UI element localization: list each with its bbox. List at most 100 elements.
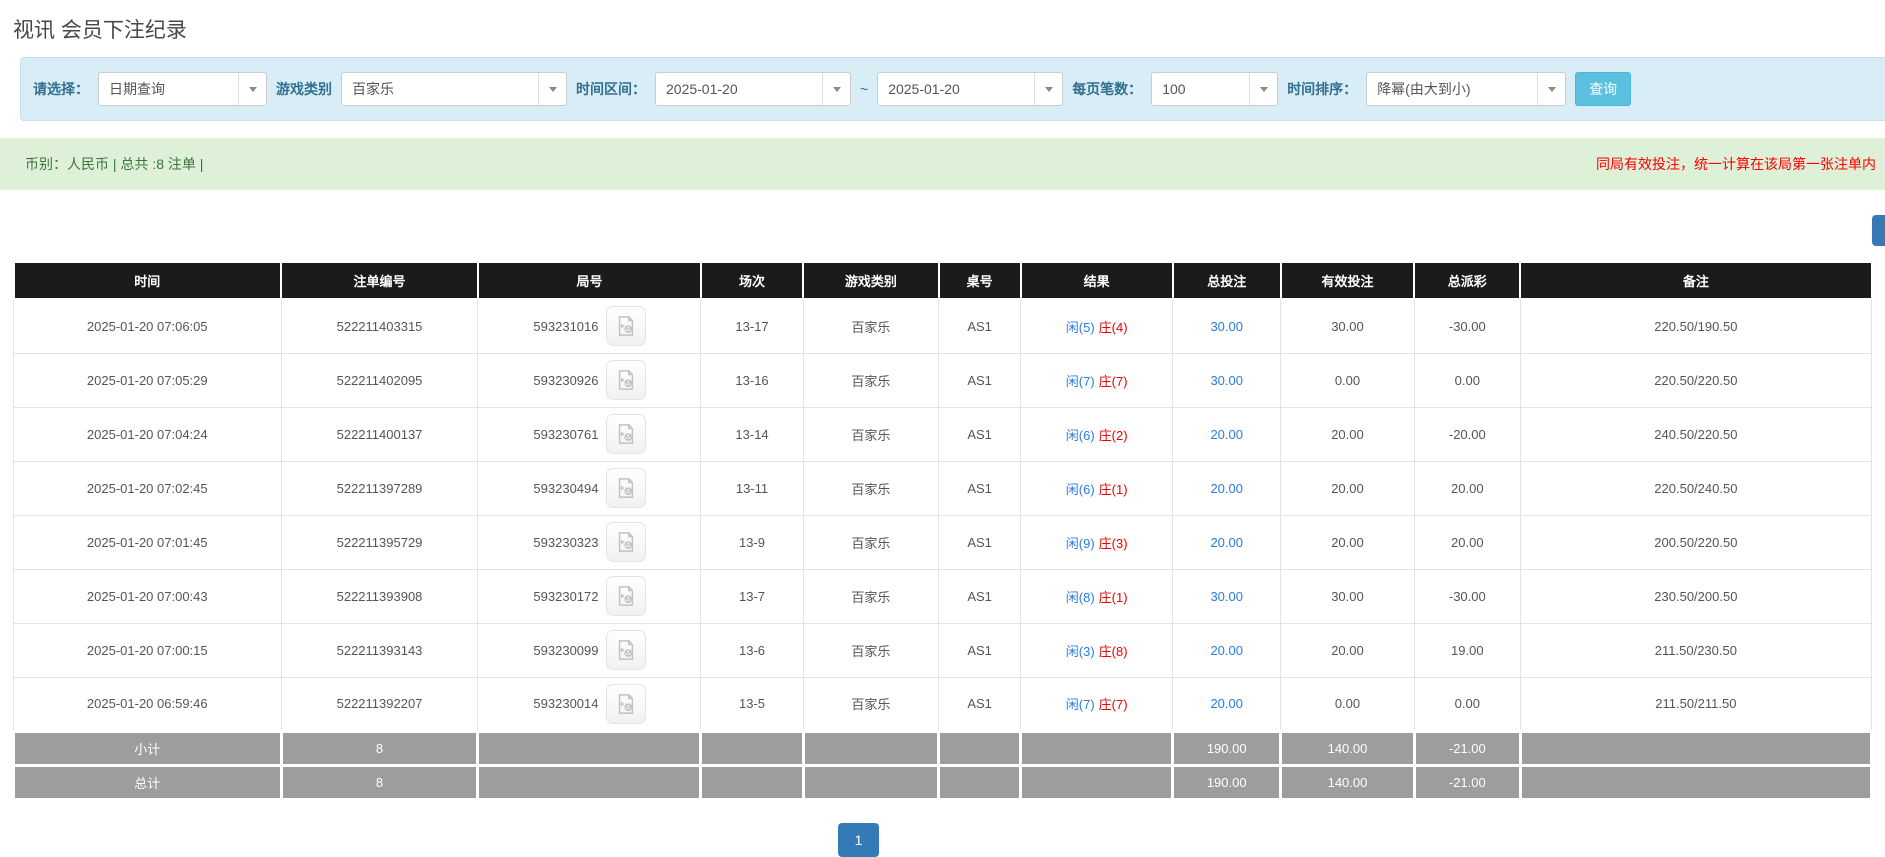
- cell-time: 2025-01-20 07:06:05: [13, 298, 282, 354]
- pagination-page-1-button[interactable]: 1: [838, 823, 879, 857]
- table-header-row: 时间 注单编号 局号 场次 游戏类别 桌号 结果 总投注 有效投注 总派彩 备注: [12, 261, 1873, 300]
- chevron-down-icon[interactable]: [538, 73, 566, 105]
- video-replay-button[interactable]: [605, 630, 646, 670]
- video-replay-button[interactable]: [605, 306, 646, 347]
- cell-session: 13-11: [700, 460, 804, 516]
- subtotal-count: 8: [279, 729, 480, 767]
- result-banker: 庄(4): [1098, 319, 1128, 335]
- cell-bet-id: 522211402095: [280, 352, 479, 408]
- cell-table-no: AS1: [938, 676, 1021, 732]
- cell-total-bet: 20.00: [1172, 676, 1282, 732]
- cell-bet-id: 522211393143: [280, 622, 479, 678]
- grand-total-payout: -21.00: [1412, 763, 1522, 801]
- date-to-select[interactable]: 2025-01-20: [877, 72, 1064, 106]
- cell-table-no: AS1: [938, 568, 1021, 624]
- round-id-text: 593230761: [533, 426, 599, 442]
- result-player: 闲(5): [1065, 319, 1095, 335]
- cell-note: 230.50/200.50: [1519, 568, 1873, 624]
- cell-note: 220.50/240.50: [1519, 460, 1873, 516]
- chevron-down-icon[interactable]: [1249, 73, 1277, 105]
- total-bet-link[interactable]: 20.00: [1210, 535, 1243, 550]
- page-size-label: 每页笔数：: [1072, 81, 1143, 97]
- total-bet-link[interactable]: 30.00: [1210, 319, 1243, 334]
- column-header: 桌号: [937, 261, 1022, 300]
- cell-game-type: 百家乐: [802, 622, 940, 678]
- cell-valid-bet: 30.00: [1280, 298, 1415, 354]
- video-replay-button[interactable]: [605, 468, 646, 508]
- query-type-select[interactable]: 日期查询: [98, 72, 267, 106]
- cell-bet-id: 522211403315: [280, 298, 479, 354]
- cell-round-id: 593230014: [477, 676, 702, 732]
- video-file-icon: [618, 370, 633, 390]
- column-header: 注单编号: [280, 261, 479, 300]
- result-player: 闲(7): [1065, 373, 1095, 389]
- result-banker: 庄(1): [1098, 481, 1128, 497]
- cell-total-bet: 20.00: [1172, 460, 1282, 516]
- result-banker: 庄(3): [1098, 535, 1128, 551]
- video-file-icon: [618, 424, 633, 444]
- video-replay-button[interactable]: [605, 576, 646, 616]
- cell-valid-bet: 20.00: [1280, 460, 1415, 516]
- cell-table-no: AS1: [938, 514, 1021, 570]
- cell-result: 闲(7) 庄(7): [1019, 676, 1174, 732]
- chevron-down-icon[interactable]: [238, 73, 266, 105]
- cell-note: 211.50/230.50: [1519, 622, 1873, 678]
- page-size-select[interactable]: 100: [1151, 72, 1279, 106]
- total-bet-link[interactable]: 20.00: [1210, 427, 1243, 442]
- date-range-separator: ~: [860, 81, 869, 97]
- cell-table-no: AS1: [938, 622, 1021, 678]
- cell-valid-bet: 0.00: [1280, 352, 1415, 408]
- game-type-select[interactable]: 百家乐: [341, 72, 567, 106]
- video-replay-button[interactable]: [605, 414, 646, 454]
- grand-total-count: 8: [279, 763, 480, 801]
- cell-table-no: AS1: [938, 352, 1021, 408]
- total-bet-link[interactable]: 30.00: [1210, 373, 1243, 388]
- cell-result: 闲(6) 庄(2): [1019, 406, 1174, 462]
- chevron-down-icon[interactable]: [1034, 73, 1062, 105]
- column-header: 备注: [1519, 261, 1873, 300]
- chevron-down-icon[interactable]: [822, 73, 850, 105]
- cell-result: 闲(7) 庄(7): [1019, 352, 1174, 408]
- bet-records-table: 时间 注单编号 局号 场次 游戏类别 桌号 结果 总投注 有效投注 总派彩 备注 2025-01-2…: [12, 261, 1874, 801]
- date-from-select[interactable]: 2025-01-20: [655, 72, 851, 106]
- cell-note: 220.50/220.50: [1519, 352, 1873, 408]
- side-action-button[interactable]: [1872, 215, 1885, 246]
- result-banker: 庄(1): [1098, 589, 1128, 605]
- cell-payout: 20.00: [1413, 460, 1521, 516]
- video-replay-button[interactable]: [605, 522, 646, 562]
- subtotal-row: 小计 8 190.00 140.00 -21.00: [12, 729, 1874, 767]
- cell-bet-id: 522211392207: [280, 676, 479, 732]
- game-type-label: 游戏类别: [276, 81, 332, 97]
- cell-table-no: AS1: [938, 406, 1021, 462]
- round-id-text: 593230494: [533, 480, 599, 496]
- total-bet-link[interactable]: 20.00: [1210, 643, 1243, 658]
- chevron-down-icon[interactable]: [1537, 73, 1565, 105]
- time-range-label: 时间区间：: [576, 81, 646, 97]
- video-replay-button[interactable]: [605, 683, 646, 724]
- cell-valid-bet: 20.00: [1280, 406, 1415, 462]
- video-replay-button[interactable]: [605, 360, 646, 400]
- cell-bet-id: 522211393908: [280, 568, 479, 624]
- subtotal-valid-bet: 140.00: [1279, 729, 1416, 767]
- time-sort-select[interactable]: 降幂(由大到小): [1366, 72, 1567, 106]
- table-row: 2025-01-20 07:05:29 522211402095 5932309…: [13, 352, 1873, 408]
- page-size-value: 100: [1162, 81, 1186, 97]
- date-from-value: 2025-01-20: [666, 81, 738, 97]
- column-header: 有效投注: [1279, 261, 1416, 300]
- cell-total-bet: 20.00: [1172, 622, 1282, 678]
- search-button[interactable]: 查询: [1575, 72, 1632, 106]
- table-row: 2025-01-20 06:59:46 522211392207 5932300…: [13, 676, 1873, 732]
- grand-total-total-bet: 190.00: [1171, 763, 1283, 801]
- total-bet-link[interactable]: 30.00: [1210, 589, 1243, 604]
- cell-result: 闲(5) 庄(4): [1019, 298, 1174, 354]
- cell-total-bet: 20.00: [1172, 406, 1282, 462]
- total-bet-link[interactable]: 20.00: [1210, 481, 1243, 496]
- cell-game-type: 百家乐: [802, 460, 940, 516]
- cell-table-no: AS1: [938, 460, 1021, 516]
- result-player: 闲(8): [1065, 589, 1095, 605]
- total-bet-link[interactable]: 20.00: [1210, 696, 1243, 711]
- subtotal-payout: -21.00: [1412, 729, 1522, 767]
- cell-valid-bet: 30.00: [1280, 568, 1415, 624]
- table-row: 2025-01-20 07:04:24 522211400137 5932307…: [13, 406, 1873, 462]
- cell-game-type: 百家乐: [802, 298, 940, 354]
